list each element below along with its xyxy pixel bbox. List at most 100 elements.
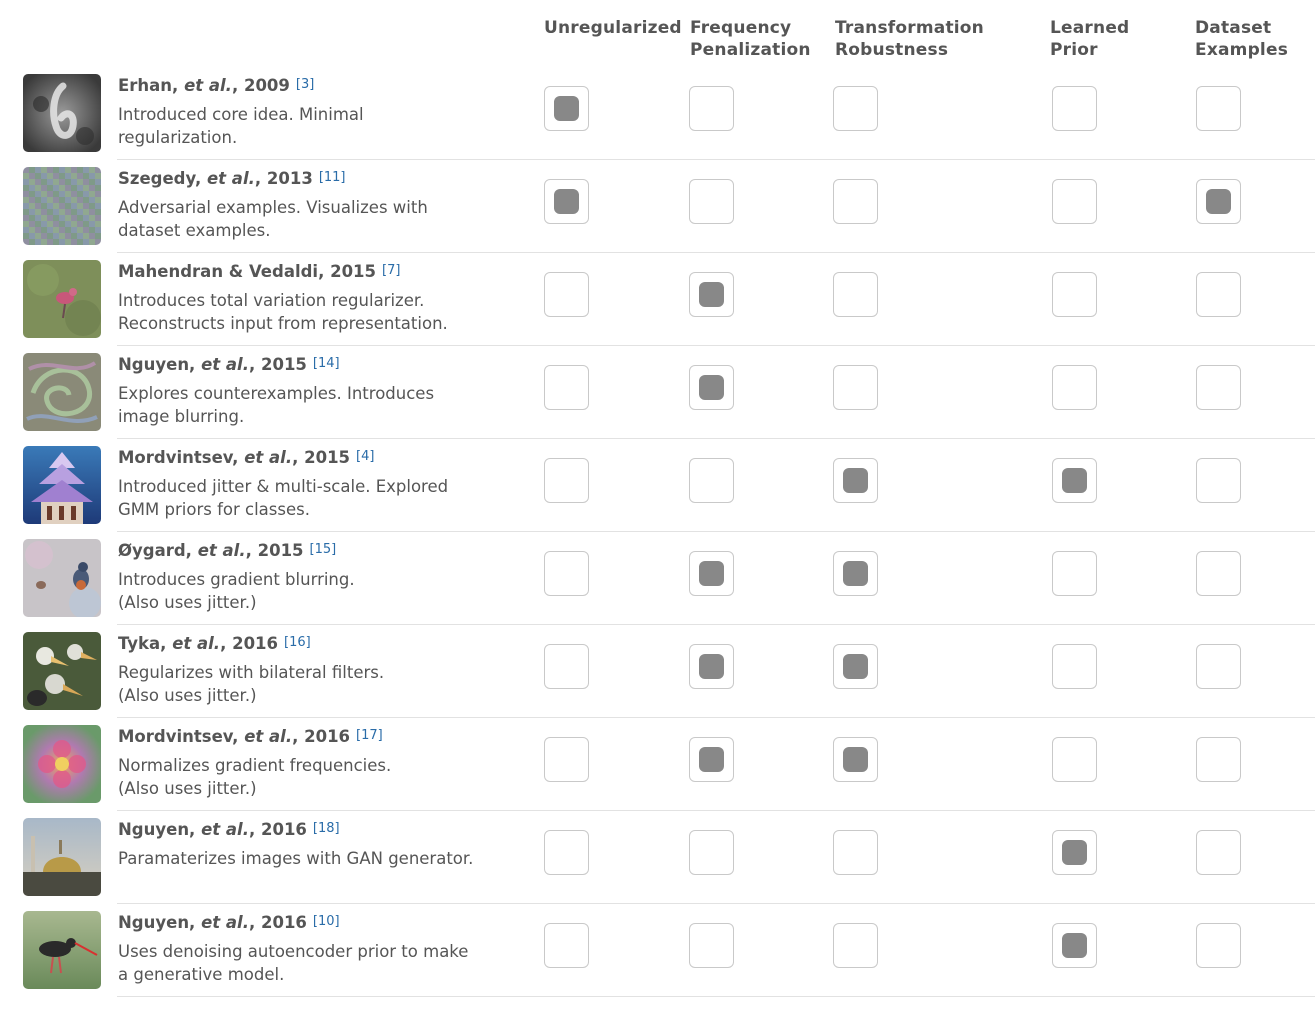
checkbox-dataset-examples[interactable]	[1196, 830, 1241, 875]
checkbox-learned-prior[interactable]	[1052, 272, 1097, 317]
citation-info: Mordvintsev, et al., 2015 [4] Introduced j…	[118, 448, 488, 521]
citation: Tyka, et al., 2016 [16]	[118, 634, 488, 656]
checkbox-unregularized[interactable]	[544, 644, 589, 689]
citation: Mordvintsev, et al., 2015 [4]	[118, 448, 488, 470]
citation-info: Erhan, et al., 2009 [3] Introduced core id…	[118, 76, 488, 149]
reference-link[interactable]: [3]	[296, 77, 314, 92]
checkbox-dataset-examples[interactable]	[1196, 644, 1241, 689]
checkbox-frequency-penalization[interactable]	[689, 737, 734, 782]
checkbox-learned-prior[interactable]	[1052, 458, 1097, 503]
checkbox-learned-prior[interactable]	[1052, 365, 1097, 410]
checked-indicator	[699, 561, 724, 586]
citation-year: , 2016	[220, 634, 279, 653]
checkbox-learned-prior[interactable]	[1052, 179, 1097, 224]
checkbox-frequency-penalization[interactable]	[689, 179, 734, 224]
citation-author: Erhan,	[118, 76, 179, 95]
citation: Nguyen, et al., 2015 [14]	[118, 355, 488, 377]
method-description: Explores counterexamples. Introduces ima…	[118, 384, 435, 426]
visualization-thumbnail	[23, 539, 101, 617]
citation-author: Nguyen,	[118, 913, 196, 932]
table-row: Szegedy, et al., 2013 [11] Adversarial exa…	[0, 160, 1315, 253]
checkbox-transformation-robustness[interactable]	[833, 551, 878, 596]
method-description: Uses denoising autoencoder prior to make…	[118, 942, 469, 984]
citation-author: Øygard,	[118, 541, 192, 560]
checkbox-dataset-examples[interactable]	[1196, 737, 1241, 782]
checkbox-frequency-penalization[interactable]	[689, 644, 734, 689]
checkbox-unregularized[interactable]	[544, 830, 589, 875]
reference-link[interactable]: [18]	[313, 821, 340, 836]
table-row: Mordvintsev, et al., 2015 [4] Introduced j…	[0, 439, 1315, 532]
checkbox-transformation-robustness[interactable]	[833, 923, 878, 968]
checked-indicator	[1062, 468, 1087, 493]
checkbox-frequency-penalization[interactable]	[689, 458, 734, 503]
method-table: Erhan, et al., 2009 [3] Introduced core id…	[0, 67, 1315, 997]
reference-link[interactable]: [15]	[310, 542, 337, 557]
visualization-thumbnail	[23, 725, 101, 803]
citation-author: Nguyen,	[118, 355, 196, 374]
reference-link[interactable]: [14]	[313, 356, 340, 371]
citation-et-al: et al.	[201, 355, 249, 374]
reference-link[interactable]: [17]	[356, 728, 383, 743]
checked-indicator	[1062, 933, 1087, 958]
checkbox-frequency-penalization[interactable]	[689, 86, 734, 131]
checkbox-dataset-examples[interactable]	[1196, 365, 1241, 410]
citation-et-al: et al.	[201, 913, 249, 932]
visualization-thumbnail	[23, 353, 101, 431]
reference-link[interactable]: [11]	[319, 170, 346, 185]
checkbox-unregularized[interactable]	[544, 737, 589, 782]
reference-link[interactable]: [7]	[382, 263, 400, 278]
checkbox-learned-prior[interactable]	[1052, 644, 1097, 689]
checkbox-learned-prior[interactable]	[1052, 830, 1097, 875]
checkbox-dataset-examples[interactable]	[1196, 923, 1241, 968]
checkbox-transformation-robustness[interactable]	[833, 458, 878, 503]
checkbox-frequency-penalization[interactable]	[689, 830, 734, 875]
checkbox-unregularized[interactable]	[544, 365, 589, 410]
checked-indicator	[554, 189, 579, 214]
checked-indicator	[1062, 840, 1087, 865]
checkbox-unregularized[interactable]	[544, 551, 589, 596]
citation-info: Øygard, et al., 2015 [15] Introduces gradi…	[118, 541, 488, 614]
checkbox-transformation-robustness[interactable]	[833, 86, 878, 131]
checked-indicator	[554, 96, 579, 121]
citation-year: , 2015	[292, 448, 351, 467]
checkbox-transformation-robustness[interactable]	[833, 830, 878, 875]
checkbox-transformation-robustness[interactable]	[833, 737, 878, 782]
checkbox-frequency-penalization[interactable]	[689, 365, 734, 410]
visualization-thumbnail	[23, 632, 101, 710]
citation-et-al: et al.	[172, 634, 221, 653]
checkbox-dataset-examples[interactable]	[1196, 86, 1241, 131]
column-header-unregularized: Unregularized	[544, 18, 682, 38]
checkbox-dataset-examples[interactable]	[1196, 551, 1241, 596]
checkbox-transformation-robustness[interactable]	[833, 644, 878, 689]
checked-indicator	[1206, 189, 1231, 214]
checked-indicator	[843, 654, 868, 679]
checkbox-dataset-examples[interactable]	[1196, 272, 1241, 317]
checkbox-learned-prior[interactable]	[1052, 86, 1097, 131]
visualization-thumbnail	[23, 74, 101, 152]
checkbox-learned-prior[interactable]	[1052, 551, 1097, 596]
checkbox-frequency-penalization[interactable]	[689, 272, 734, 317]
reference-link[interactable]: [4]	[356, 449, 374, 464]
reference-link[interactable]: [16]	[284, 635, 311, 650]
checkbox-learned-prior[interactable]	[1052, 737, 1097, 782]
column-header-frequency-penalization: Frequency Penalization	[690, 18, 811, 60]
checkbox-unregularized[interactable]	[544, 272, 589, 317]
checkbox-unregularized[interactable]	[544, 179, 589, 224]
checkbox-unregularized[interactable]	[544, 86, 589, 131]
checked-indicator	[843, 747, 868, 772]
checkbox-transformation-robustness[interactable]	[833, 272, 878, 317]
checkbox-transformation-robustness[interactable]	[833, 179, 878, 224]
checkbox-learned-prior[interactable]	[1052, 923, 1097, 968]
visualization-thumbnail	[23, 911, 101, 989]
visualization-thumbnail	[23, 260, 101, 338]
checkbox-unregularized[interactable]	[544, 458, 589, 503]
checkbox-frequency-penalization[interactable]	[689, 551, 734, 596]
checkbox-dataset-examples[interactable]	[1196, 458, 1241, 503]
table-row: Nguyen, et al., 2015 [14] Explores counter…	[0, 346, 1315, 439]
checkbox-transformation-robustness[interactable]	[833, 365, 878, 410]
reference-link[interactable]: [10]	[313, 914, 340, 929]
citation-year: , 2016	[248, 913, 307, 932]
checkbox-frequency-penalization[interactable]	[689, 923, 734, 968]
checkbox-unregularized[interactable]	[544, 923, 589, 968]
checkbox-dataset-examples[interactable]	[1196, 179, 1241, 224]
